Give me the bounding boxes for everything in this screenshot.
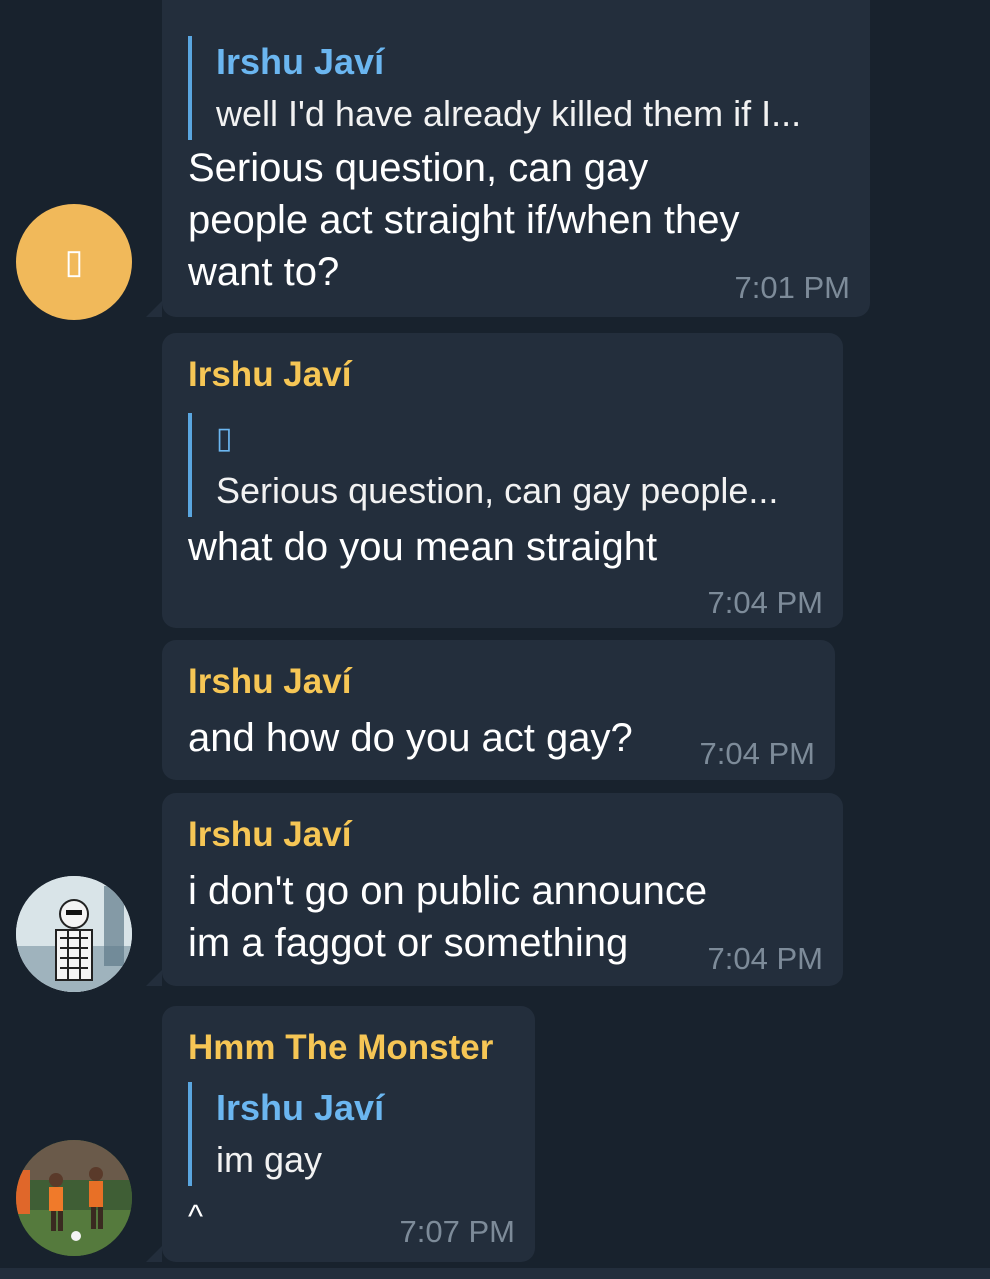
avatar[interactable] xyxy=(16,876,132,992)
admin-label: admin xyxy=(753,0,846,1)
message-text: ^ xyxy=(188,1190,203,1242)
message-line: people act straight if/when they xyxy=(188,198,740,242)
reply-text: im gay xyxy=(216,1139,323,1180)
avatar[interactable]: ▯ xyxy=(16,204,132,320)
reply-preview[interactable]: Irshu Javí well I'd have already killed … xyxy=(188,36,801,140)
message-line: im a faggot or something xyxy=(188,921,629,965)
reply-preview[interactable]: Irshu Javí im gay xyxy=(188,1082,384,1186)
sender-name[interactable]: Irshu Javí xyxy=(188,355,351,395)
message-bubble[interactable]: admin ▯ Irshu Javí well I'd have already… xyxy=(146,0,870,317)
avatar-photo xyxy=(16,1140,132,1256)
sender-name[interactable]: Irshu Javí xyxy=(188,662,351,702)
message-line: what do you mean straight xyxy=(188,525,658,569)
message-text: Serious question, can gay people act str… xyxy=(188,142,739,298)
avatar[interactable] xyxy=(16,1140,132,1256)
bottom-divider xyxy=(0,1268,990,1279)
message-bubble[interactable]: Irshu Javí and how do you act gay? 7:04 … xyxy=(162,640,835,780)
sender-name[interactable]: Irshu Javí xyxy=(188,815,351,855)
reply-text: Serious question, can gay people... xyxy=(216,470,779,511)
message-time: 7:01 PM xyxy=(734,270,850,305)
sender-name[interactable]: Hmm The Monster xyxy=(188,1028,493,1068)
message-time: 7:04 PM xyxy=(699,736,815,771)
message-time: 7:04 PM xyxy=(707,585,823,620)
reply-author: Irshu Javí xyxy=(216,41,385,82)
message-line: i don't go on public announce xyxy=(188,869,708,913)
reply-author-glyph: ▯ xyxy=(216,422,233,455)
avatar-glyph: ▯ xyxy=(64,243,84,281)
reply-preview[interactable]: ▯ Serious question, can gay people... xyxy=(188,413,778,517)
message-line: and how do you act gay? xyxy=(188,716,633,760)
message-time: 7:04 PM xyxy=(707,941,823,976)
sender-glyph: ▯ xyxy=(188,0,202,3)
reply-text: well I'd have already killed them if I..… xyxy=(216,93,802,134)
message-time: 7:07 PM xyxy=(399,1214,515,1249)
reply-author: Irshu Javí xyxy=(216,1087,385,1128)
message-line: Serious question, can gay xyxy=(188,146,649,190)
message-line: want to? xyxy=(188,250,340,294)
message-bubble[interactable]: Irshu Javí ▯ Serious question, can gay p… xyxy=(162,333,843,628)
message-text: i don't go on public announce im a faggo… xyxy=(188,865,707,969)
message-bubble[interactable]: Irshu Javí i don't go on public announce… xyxy=(146,793,843,986)
avatar-photo xyxy=(16,876,132,992)
message-text: what do you mean straight xyxy=(188,521,657,573)
message-line: ^ xyxy=(188,1198,204,1234)
message-text: and how do you act gay? xyxy=(188,712,633,764)
message-bubble[interactable]: Hmm The Monster Irshu Javí im gay ^ 7:07… xyxy=(146,1006,535,1262)
